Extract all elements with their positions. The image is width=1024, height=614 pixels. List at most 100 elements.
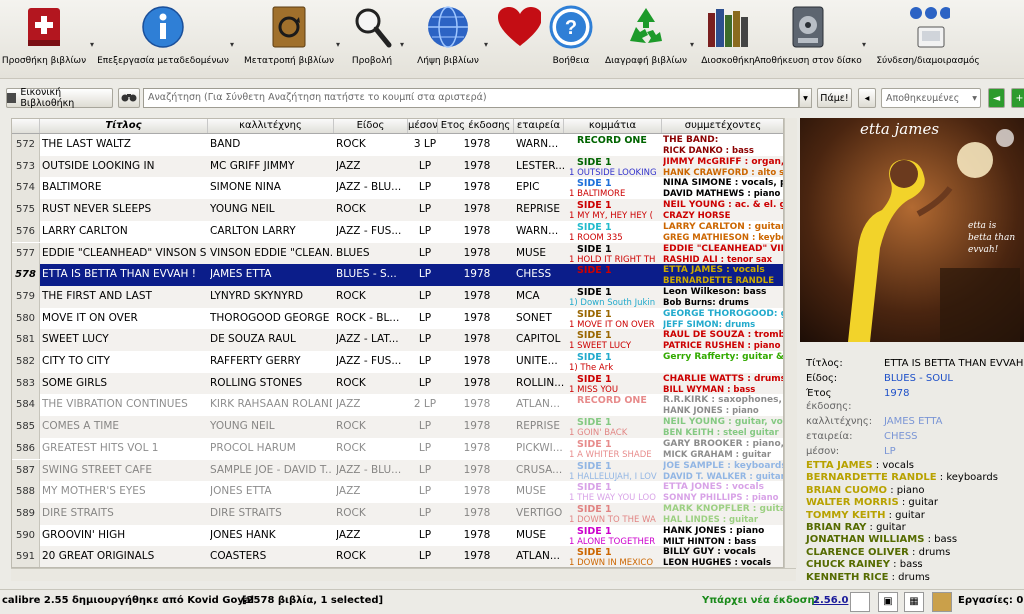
cell-tracks-line[interactable]: SIDE 1	[577, 330, 669, 341]
cell-title[interactable]: RUST NEVER SLEEPS	[42, 199, 206, 221]
cell-tracks-line[interactable]: SIDE 1	[577, 178, 669, 189]
add-books-button[interactable]: Προσθήκη βιβλίων ▾	[2, 4, 94, 76]
cell-performers-line[interactable]: GARY BROOKER : piano, voca	[663, 439, 783, 449]
chevron-down-icon[interactable]: ▾	[230, 40, 234, 49]
cell-year[interactable]: 1978	[440, 394, 514, 416]
cell-label[interactable]: ATLAN...	[516, 394, 564, 416]
save-search-button[interactable]: +	[1011, 88, 1024, 108]
column-header-artist[interactable]: καλλιτέχνης	[208, 119, 334, 133]
get-books-button[interactable]: Λήψη βιβλίων ▾	[414, 4, 488, 76]
cell-tracks-line[interactable]	[569, 146, 669, 155]
cell-title[interactable]: COMES A TIME	[42, 416, 206, 438]
cell-artist[interactable]: JAMES ETTA	[210, 264, 332, 286]
cell-artist[interactable]: SAMPLE JOE - DAVID T...	[210, 460, 332, 482]
cell-tracks-line[interactable]: SIDE 1	[577, 417, 669, 428]
column-header-genre[interactable]: Είδος	[334, 119, 408, 133]
cell-performers-line[interactable]: NINA SIMONE : vocals, piano	[663, 178, 783, 188]
cell-tracks-line[interactable]: RECORD ONE	[577, 395, 669, 406]
cell-year[interactable]: 1978	[440, 525, 514, 547]
update-version-link[interactable]: 2.56.0	[813, 595, 848, 606]
search-input[interactable]: Αναζήτηση (Για Σύνθετη Αναζήτηση πατήστε…	[143, 88, 799, 108]
cell-performers-line[interactable]: Gerry Rafferty: guitar &	[663, 352, 783, 362]
cell-year[interactable]: 1978	[440, 286, 514, 308]
save-to-disk-button[interactable]: Αποθήκευση στον δίσκο ▾	[754, 4, 866, 76]
table-row[interactable]: 578 ETTA IS BETTA THAN EVVAH ! JAMES ETTA B…	[12, 264, 783, 286]
cell-year[interactable]: 1978	[440, 134, 514, 156]
cell-genre[interactable]: JAZZ	[336, 481, 406, 503]
cell-tracks-line[interactable]: SIDE 1	[577, 461, 669, 472]
cell-media[interactable]: LP	[410, 373, 440, 395]
cell-performers-line[interactable]: THE BAND:	[663, 135, 783, 145]
cell-media[interactable]: LP	[410, 525, 440, 547]
cell-performers-line[interactable]: BERNARDETTE RANDLE	[663, 276, 783, 285]
search-history-dropdown[interactable]: ▾	[799, 88, 812, 108]
cell-artist[interactable]: DE SOUZA RAUL	[210, 329, 332, 351]
cell-performers-line[interactable]: ETTA JONES : vocals	[663, 482, 783, 492]
cell-performers-line[interactable]: LEON HUGHES : vocals	[663, 558, 783, 567]
cell-tracks-line[interactable]: 1 A WHITER SHADE	[569, 450, 669, 459]
cell-performers-line[interactable]: GEORGE THOROGOOD: guita	[663, 309, 783, 319]
table-row[interactable]: 574 BALTIMORE SIMONE NINA JAZZ - BLU... LP 19…	[12, 177, 783, 200]
cell-label[interactable]: REPRISE	[516, 199, 564, 221]
cell-genre[interactable]: ROCK	[336, 503, 406, 525]
cell-year[interactable]: 1978	[440, 156, 514, 178]
cell-year[interactable]: 1978	[440, 460, 514, 482]
book-cover[interactable]: etta james etta is betta than evvah!	[800, 118, 1024, 342]
table-row[interactable]: 586 GREATEST HITS VOL 1 PROCOL HARUM ROCK LP…	[12, 437, 783, 460]
cell-tracks-line[interactable]: 1 OUTSIDE LOOKING	[569, 168, 669, 177]
cell-media[interactable]: LP	[410, 546, 440, 567]
cell-label[interactable]: SONET	[516, 308, 564, 330]
cell-title[interactable]: THE LAST WALTZ	[42, 134, 206, 156]
cell-tracks-line[interactable]: SIDE 1	[577, 439, 669, 450]
cell-genre[interactable]: BLUES - S...	[336, 264, 406, 286]
grid-view-icon[interactable]: ▦	[904, 592, 924, 612]
cell-year[interactable]: 1978	[440, 308, 514, 330]
chevron-down-icon[interactable]: ▾	[484, 40, 488, 49]
advanced-search-button[interactable]	[118, 88, 140, 108]
cell-tracks-line[interactable]: SIDE 1	[577, 309, 669, 320]
cell-performers-line[interactable]: HANK JONES : piano	[663, 406, 783, 415]
cell-performers-line[interactable]: RICK DANKO : bass	[663, 146, 783, 155]
cell-year[interactable]: 1978	[440, 416, 514, 438]
cell-title[interactable]: DIRE STRAITS	[42, 503, 206, 525]
column-header-tracks[interactable]: κομμάτια	[564, 119, 662, 133]
cell-performers-line[interactable]: MICK GRAHAM : guitar	[663, 450, 783, 459]
column-header-performers[interactable]: συμμετέχοντες	[662, 119, 783, 133]
cell-artist[interactable]: YOUNG NEIL	[210, 199, 332, 221]
cell-tracks-line[interactable]	[569, 276, 669, 285]
table-row[interactable]: 582 CITY TO CITY RAFFERTY GERRY JAZZ - FUS.…	[12, 351, 783, 373]
cell-genre[interactable]: ROCK	[336, 134, 406, 156]
remove-books-button[interactable]: Διαγραφή βιβλίων ▾	[604, 4, 694, 76]
cell-media[interactable]: LP	[410, 156, 440, 178]
table-row[interactable]: 589 DIRE STRAITS DIRE STRAITS ROCK LP 1978 VER…	[12, 502, 783, 525]
cell-artist[interactable]: YOUNG NEIL	[210, 416, 332, 438]
clear-search-button[interactable]: ◂	[858, 88, 876, 108]
cell-artist[interactable]: MC GRIFF JIMMY	[210, 156, 332, 178]
cell-artist[interactable]: RAFFERTY GERRY	[210, 351, 332, 373]
table-row[interactable]: 576 LARRY CARLTON CARLTON LARRY JAZZ - FUS.…	[12, 220, 783, 243]
cell-label[interactable]: ROLLIN...	[516, 373, 564, 395]
cell-media[interactable]: 2 LP	[410, 394, 440, 416]
cell-artist[interactable]: JONES ETTA	[210, 481, 332, 503]
cell-performers-line[interactable]: BEN KEITH : steel guitar	[663, 428, 783, 437]
cell-tracks-line[interactable]: SIDE 1	[577, 157, 669, 168]
horizontal-scrollbar[interactable]	[11, 568, 796, 581]
cell-label[interactable]: WARN...	[516, 134, 564, 156]
artist-value-link[interactable]: JAMES ETTA	[884, 416, 943, 427]
table-row[interactable]: 580 MOVE IT ON OVER THOROGOOD GEORGE ROCK -…	[12, 307, 783, 330]
cell-title[interactable]: 20 GREAT ORIGINALS	[42, 546, 206, 567]
cell-genre[interactable]: JAZZ - FUS...	[336, 221, 406, 243]
cell-genre[interactable]: ROCK	[336, 373, 406, 395]
search-go-button[interactable]: Πάμε!	[817, 88, 852, 108]
cell-year[interactable]: 1978	[440, 481, 514, 503]
table-row[interactable]: 591 20 GREAT ORIGINALS COASTERS ROCK LP 1978 A…	[12, 546, 783, 567]
cell-title[interactable]: GROOVIN' HIGH	[42, 525, 206, 547]
cell-title[interactable]: MOVE IT ON OVER	[42, 308, 206, 330]
cell-tracks-line[interactable]: SIDE 1	[577, 482, 669, 493]
cell-year[interactable]: 1978	[440, 503, 514, 525]
cell-title[interactable]: CITY TO CITY	[42, 351, 206, 373]
cell-performers-line[interactable]: JIMMY McGRIFF : organ, ke	[663, 157, 783, 167]
table-row[interactable]: 581 SWEET LUCY DE SOUZA RAUL JAZZ - LAT... L…	[12, 329, 783, 351]
saved-searches-select[interactable]: Αποθηκευμένες ▾	[881, 88, 981, 108]
cell-artist[interactable]: VINSON EDDIE "CLEAN...	[210, 243, 332, 265]
